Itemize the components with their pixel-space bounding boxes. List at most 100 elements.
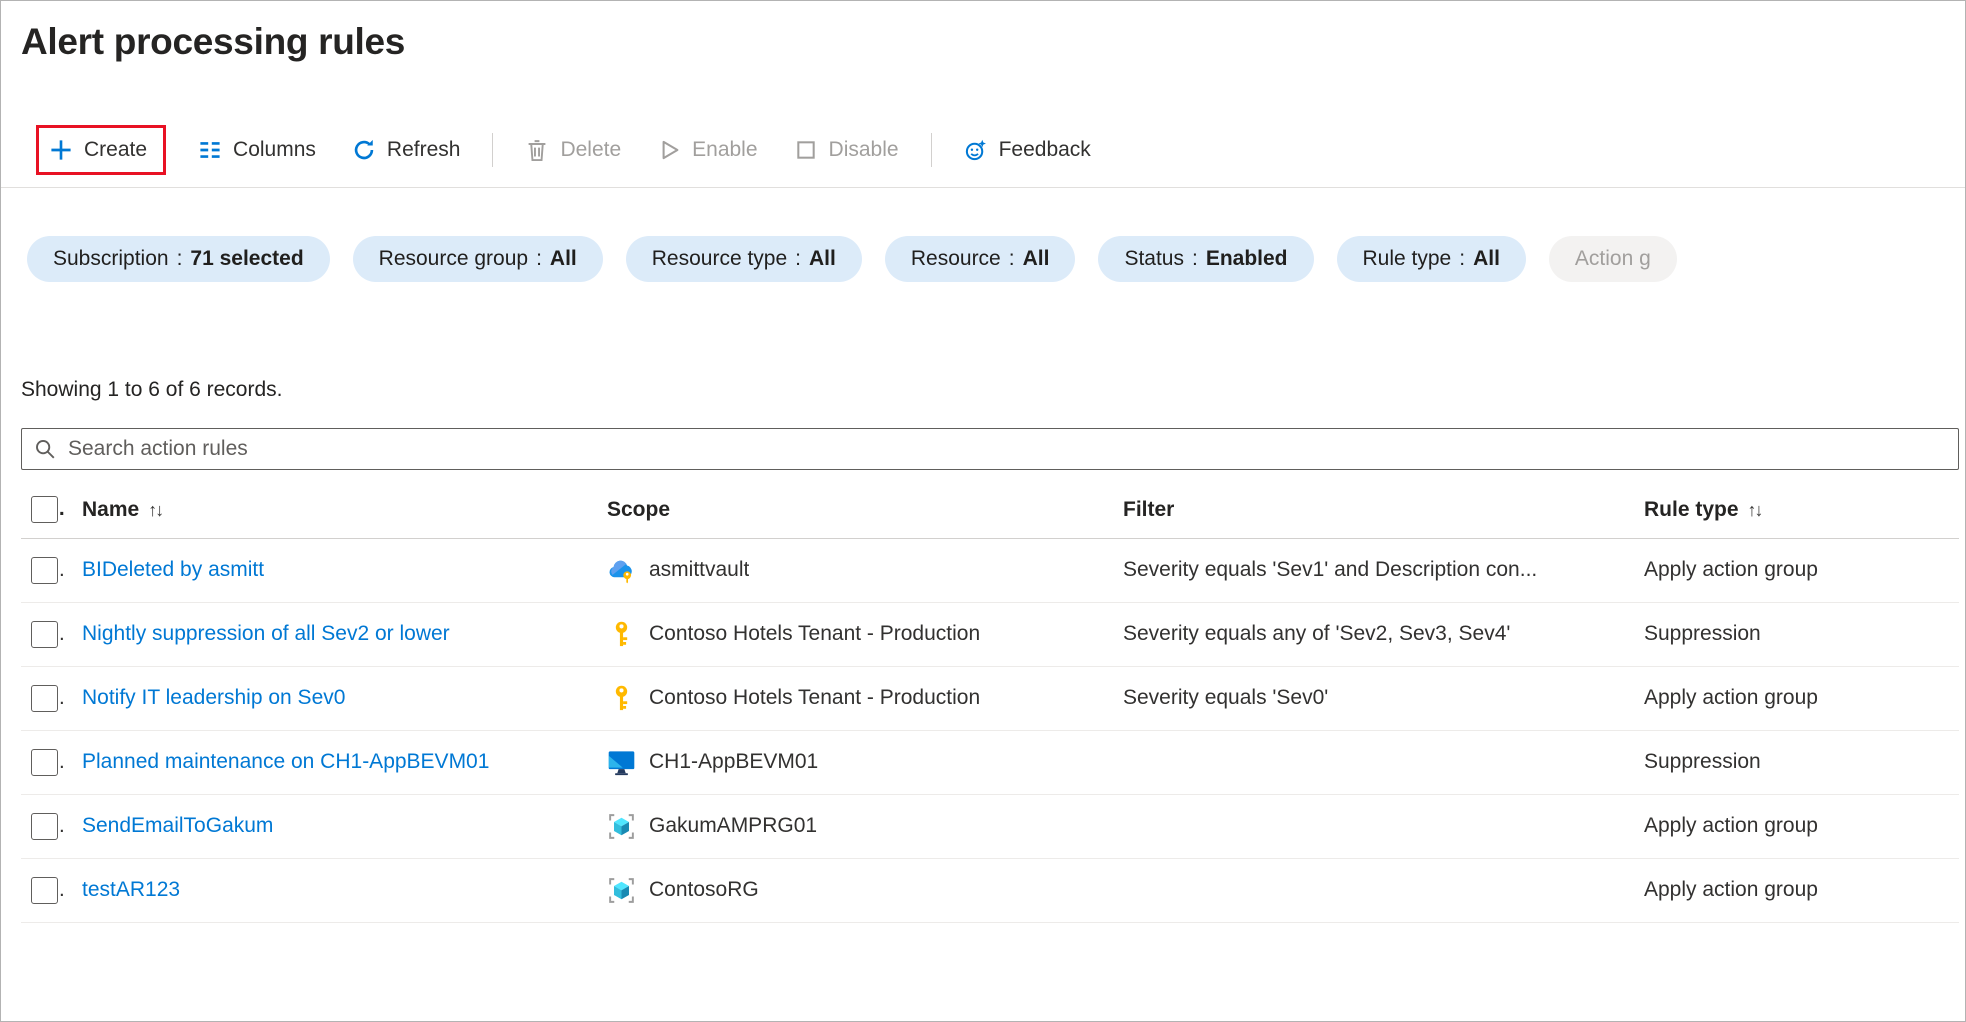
pill-separator: : (536, 247, 542, 271)
filter-cell (1108, 794, 1629, 858)
search-icon (34, 438, 56, 460)
feedback-button-label: Feedback (999, 138, 1091, 162)
create-button[interactable]: Create (47, 134, 149, 166)
rule-type-cell: Apply action group (1629, 858, 1959, 922)
column-header-name[interactable]: Name ↑↓ (67, 482, 592, 538)
records-count-text: Showing 1 to 6 of 6 records. (21, 378, 1965, 402)
filter-pill-action-group-truncated[interactable]: Action g (1549, 236, 1677, 282)
pill-value: All (1473, 247, 1500, 271)
pill-value: 71 selected (190, 247, 303, 271)
filter-cell (1108, 858, 1629, 922)
pill-label: Rule type (1363, 247, 1452, 271)
pill-label: Resource group (379, 247, 528, 271)
pill-label: Resource (911, 247, 1001, 271)
feedback-smiley-icon (964, 138, 988, 162)
pill-label: Action g (1575, 247, 1651, 271)
rule-type-cell: Suppression (1629, 730, 1959, 794)
table-row: Planned maintenance on CH1-AppBEVM01 CH1… (21, 730, 1959, 794)
select-all-checkbox[interactable] (31, 496, 58, 523)
column-header-label: Filter (1123, 498, 1174, 521)
sort-arrows-icon: ↑↓ (1748, 500, 1762, 520)
row-checkbox[interactable] (31, 685, 58, 712)
disable-button[interactable]: Disable (790, 132, 903, 168)
row-checkbox[interactable] (31, 557, 58, 584)
column-header-rule-type[interactable]: Rule type↑↓ (1629, 482, 1959, 538)
pill-value: Enabled (1206, 247, 1288, 271)
toolbar-divider (931, 133, 932, 167)
create-button-label: Create (84, 138, 147, 162)
column-header-scope[interactable]: Scope (592, 482, 1108, 538)
key-icon (607, 684, 636, 713)
create-highlight-annotation: Create (36, 125, 166, 175)
refresh-button-label: Refresh (387, 138, 461, 162)
disable-button-label: Disable (829, 138, 899, 162)
key-vault-icon (607, 556, 636, 585)
delete-button[interactable]: Delete (521, 132, 625, 168)
columns-icon (198, 138, 222, 162)
row-checkbox[interactable] (31, 621, 58, 648)
table-row: Nightly suppression of all Sev2 or lower… (21, 602, 1959, 666)
scope-label: GakumAMPRG01 (649, 814, 817, 838)
rule-name-link[interactable]: Planned maintenance on CH1-AppBEVM01 (82, 750, 489, 773)
filter-cell: Severity equals 'Sev1' and Description c… (1108, 538, 1629, 602)
rule-name-link[interactable]: SendEmailToGakum (82, 814, 273, 837)
filter-pill-resource[interactable]: Resource : All (885, 236, 1076, 282)
trash-icon (525, 138, 549, 162)
pill-separator: : (1192, 247, 1198, 271)
feedback-button[interactable]: Feedback (960, 132, 1095, 168)
pill-label: Status (1124, 247, 1184, 271)
enable-button[interactable]: Enable (653, 132, 761, 168)
pill-label: Resource type (652, 247, 787, 271)
row-checkbox[interactable] (31, 813, 58, 840)
columns-button[interactable]: Columns (194, 132, 320, 168)
pill-separator: : (1459, 247, 1465, 271)
resource-group-icon (607, 812, 636, 841)
toolbar: Create Columns Refresh Delete Enable (1, 125, 1965, 188)
table-row: Notify IT leadership on Sev0 Contoso Hot… (21, 666, 1959, 730)
row-checkbox[interactable] (31, 877, 58, 904)
pill-label: Subscription (53, 247, 169, 271)
filter-pill-bar: Subscription : 71 selected Resource grou… (27, 236, 1965, 282)
refresh-button[interactable]: Refresh (348, 132, 465, 168)
scope-label: ContosoRG (649, 878, 759, 902)
rule-name-link[interactable]: BIDeleted by asmitt (82, 558, 264, 581)
alert-processing-rules-page: Alert processing rules Create Columns Re… (0, 0, 1966, 1022)
column-header-filter[interactable]: Filter (1108, 482, 1629, 538)
rule-name-link[interactable]: Nightly suppression of all Sev2 or lower (82, 622, 450, 645)
pill-value: All (1023, 247, 1050, 271)
filter-pill-rule-type[interactable]: Rule type : All (1337, 236, 1526, 282)
plus-icon (49, 138, 73, 162)
table-row: SendEmailToGakum GakumAMPRG01 Apply acti… (21, 794, 1959, 858)
filter-pill-resource-type[interactable]: Resource type : All (626, 236, 862, 282)
toolbar-divider (492, 133, 493, 167)
page-title: Alert processing rules (21, 19, 1965, 65)
pill-separator: : (177, 247, 183, 271)
pill-separator: : (795, 247, 801, 271)
row-checkbox[interactable] (31, 749, 58, 776)
scope-label: Contoso Hotels Tenant - Production (649, 622, 980, 646)
rule-type-cell: Suppression (1629, 602, 1959, 666)
filter-pill-subscription[interactable]: Subscription : 71 selected (27, 236, 330, 282)
rules-table: Name↑↓ Scope Filter Rule type↑↓ BI (21, 482, 1959, 923)
table-header-row: Name ↑↓ Scope Filter Rule type↑↓ (21, 482, 1959, 538)
rule-type-cell: Apply action group (1629, 794, 1959, 858)
search-input[interactable] (68, 437, 1946, 461)
filter-cell (1108, 730, 1629, 794)
sort-arrows-icon: ↑↓ (148, 500, 162, 520)
enable-button-label: Enable (692, 138, 757, 162)
scope-label: Contoso Hotels Tenant - Production (649, 686, 980, 710)
play-icon (657, 138, 681, 162)
column-header-label: Scope (607, 498, 670, 521)
filter-cell: Severity equals any of 'Sev2, Sev3, Sev4… (1108, 602, 1629, 666)
delete-button-label: Delete (560, 138, 621, 162)
search-box (21, 428, 1959, 470)
columns-button-label: Columns (233, 138, 316, 162)
filter-pill-status[interactable]: Status : Enabled (1098, 236, 1313, 282)
scope-label: CH1-AppBEVM01 (649, 750, 818, 774)
filter-pill-resource-group[interactable]: Resource group : All (353, 236, 603, 282)
rule-name-link[interactable]: Notify IT leadership on Sev0 (82, 686, 345, 709)
pill-separator: : (1009, 247, 1015, 271)
table-row: BIDeleted by asmitt asmittvault Severity… (21, 538, 1959, 602)
column-header-label: Name (82, 498, 139, 521)
rule-name-link[interactable]: testAR123 (82, 878, 180, 901)
